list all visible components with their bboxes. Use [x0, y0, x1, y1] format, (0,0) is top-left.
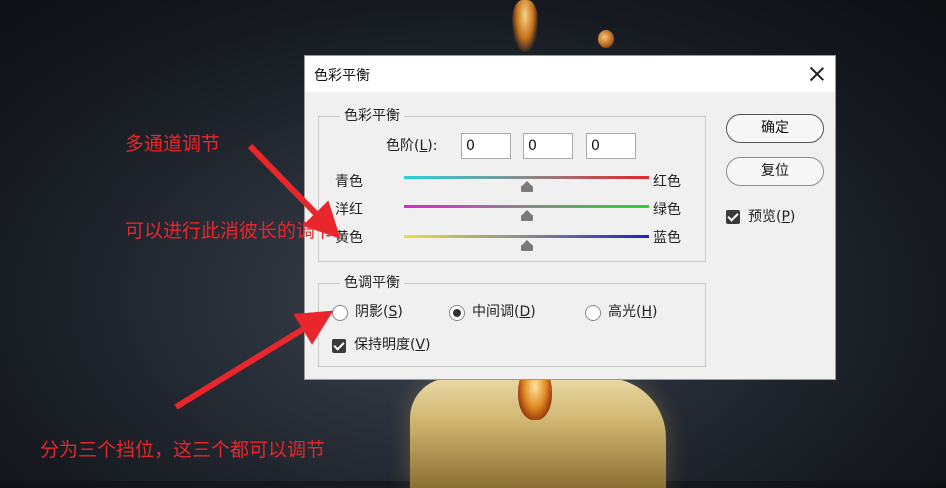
preserve-luminosity-label[interactable]: 保持明度(V) [354, 336, 431, 354]
preview-checkbox[interactable] [726, 210, 740, 224]
preserve-luminosity-checkbox[interactable] [332, 339, 346, 353]
close-icon[interactable] [807, 64, 827, 84]
slider-magenta-label: 洋红 [335, 202, 363, 218]
preview-label[interactable]: 预览(P) [748, 208, 795, 226]
levels-input-2[interactable]: 0 [523, 133, 573, 159]
cyan-red-slider[interactable] [404, 176, 649, 192]
radio-shadows-label[interactable]: 阴影(S) [355, 303, 403, 321]
radio-highlights-label[interactable]: 高光(H) [608, 303, 657, 321]
dialog-title-bar: 色彩平衡 [305, 56, 835, 92]
radio-midtones-label[interactable]: 中间调(D) [472, 303, 536, 321]
radio-shadows[interactable] [332, 305, 348, 321]
magenta-green-slider[interactable] [404, 205, 649, 221]
slider-red-label: 红色 [653, 174, 681, 190]
yellow-blue-slider[interactable] [404, 235, 649, 251]
reset-button[interactable]: 复位 [726, 157, 824, 186]
slider-thumb-icon[interactable] [520, 181, 533, 192]
color-balance-group: 色彩平衡 色阶(L): 0 0 0 青色 红色 洋红 绿色 黄色 蓝色 [318, 107, 706, 262]
slider-green-label: 绿色 [653, 202, 681, 218]
annotation-three-positions: 分为三个挡位，这三个都可以调节 [40, 439, 326, 461]
background-watermark [360, 452, 740, 482]
annotation-mutual: 可以进行此消彼长的调节 [125, 220, 335, 242]
slider-yellow-label: 黄色 [335, 230, 363, 246]
annotation-multi-channel: 多通道调节 [125, 133, 221, 155]
dialog-title: 色彩平衡 [314, 68, 370, 84]
levels-label: 色阶(L): [386, 138, 438, 154]
color-balance-dialog: 色彩平衡 色彩平衡 色阶(L): 0 0 0 青色 红色 洋红 绿色 黄色 蓝色… [304, 55, 836, 380]
radio-midtones[interactable] [449, 305, 465, 321]
levels-input-3[interactable]: 0 [586, 133, 636, 159]
levels-inputs: 0 0 0 [461, 133, 651, 159]
color-balance-legend: 色彩平衡 [340, 107, 404, 125]
tone-balance-legend: 色调平衡 [340, 274, 404, 292]
tone-balance-group: 色调平衡 阴影(S) 中间调(D) 高光(H) 保持明度(V) [318, 274, 706, 367]
levels-input-1[interactable]: 0 [461, 133, 511, 159]
slider-cyan-label: 青色 [335, 174, 363, 190]
slider-blue-label: 蓝色 [653, 230, 681, 246]
caramel-drop-image [598, 30, 614, 48]
ok-button[interactable]: 确定 [726, 114, 824, 143]
radio-highlights[interactable] [585, 305, 601, 321]
slider-thumb-icon[interactable] [520, 210, 533, 221]
arrow-icon [174, 310, 334, 410]
slider-thumb-icon[interactable] [520, 240, 533, 251]
caramel-drip-image [512, 0, 538, 52]
